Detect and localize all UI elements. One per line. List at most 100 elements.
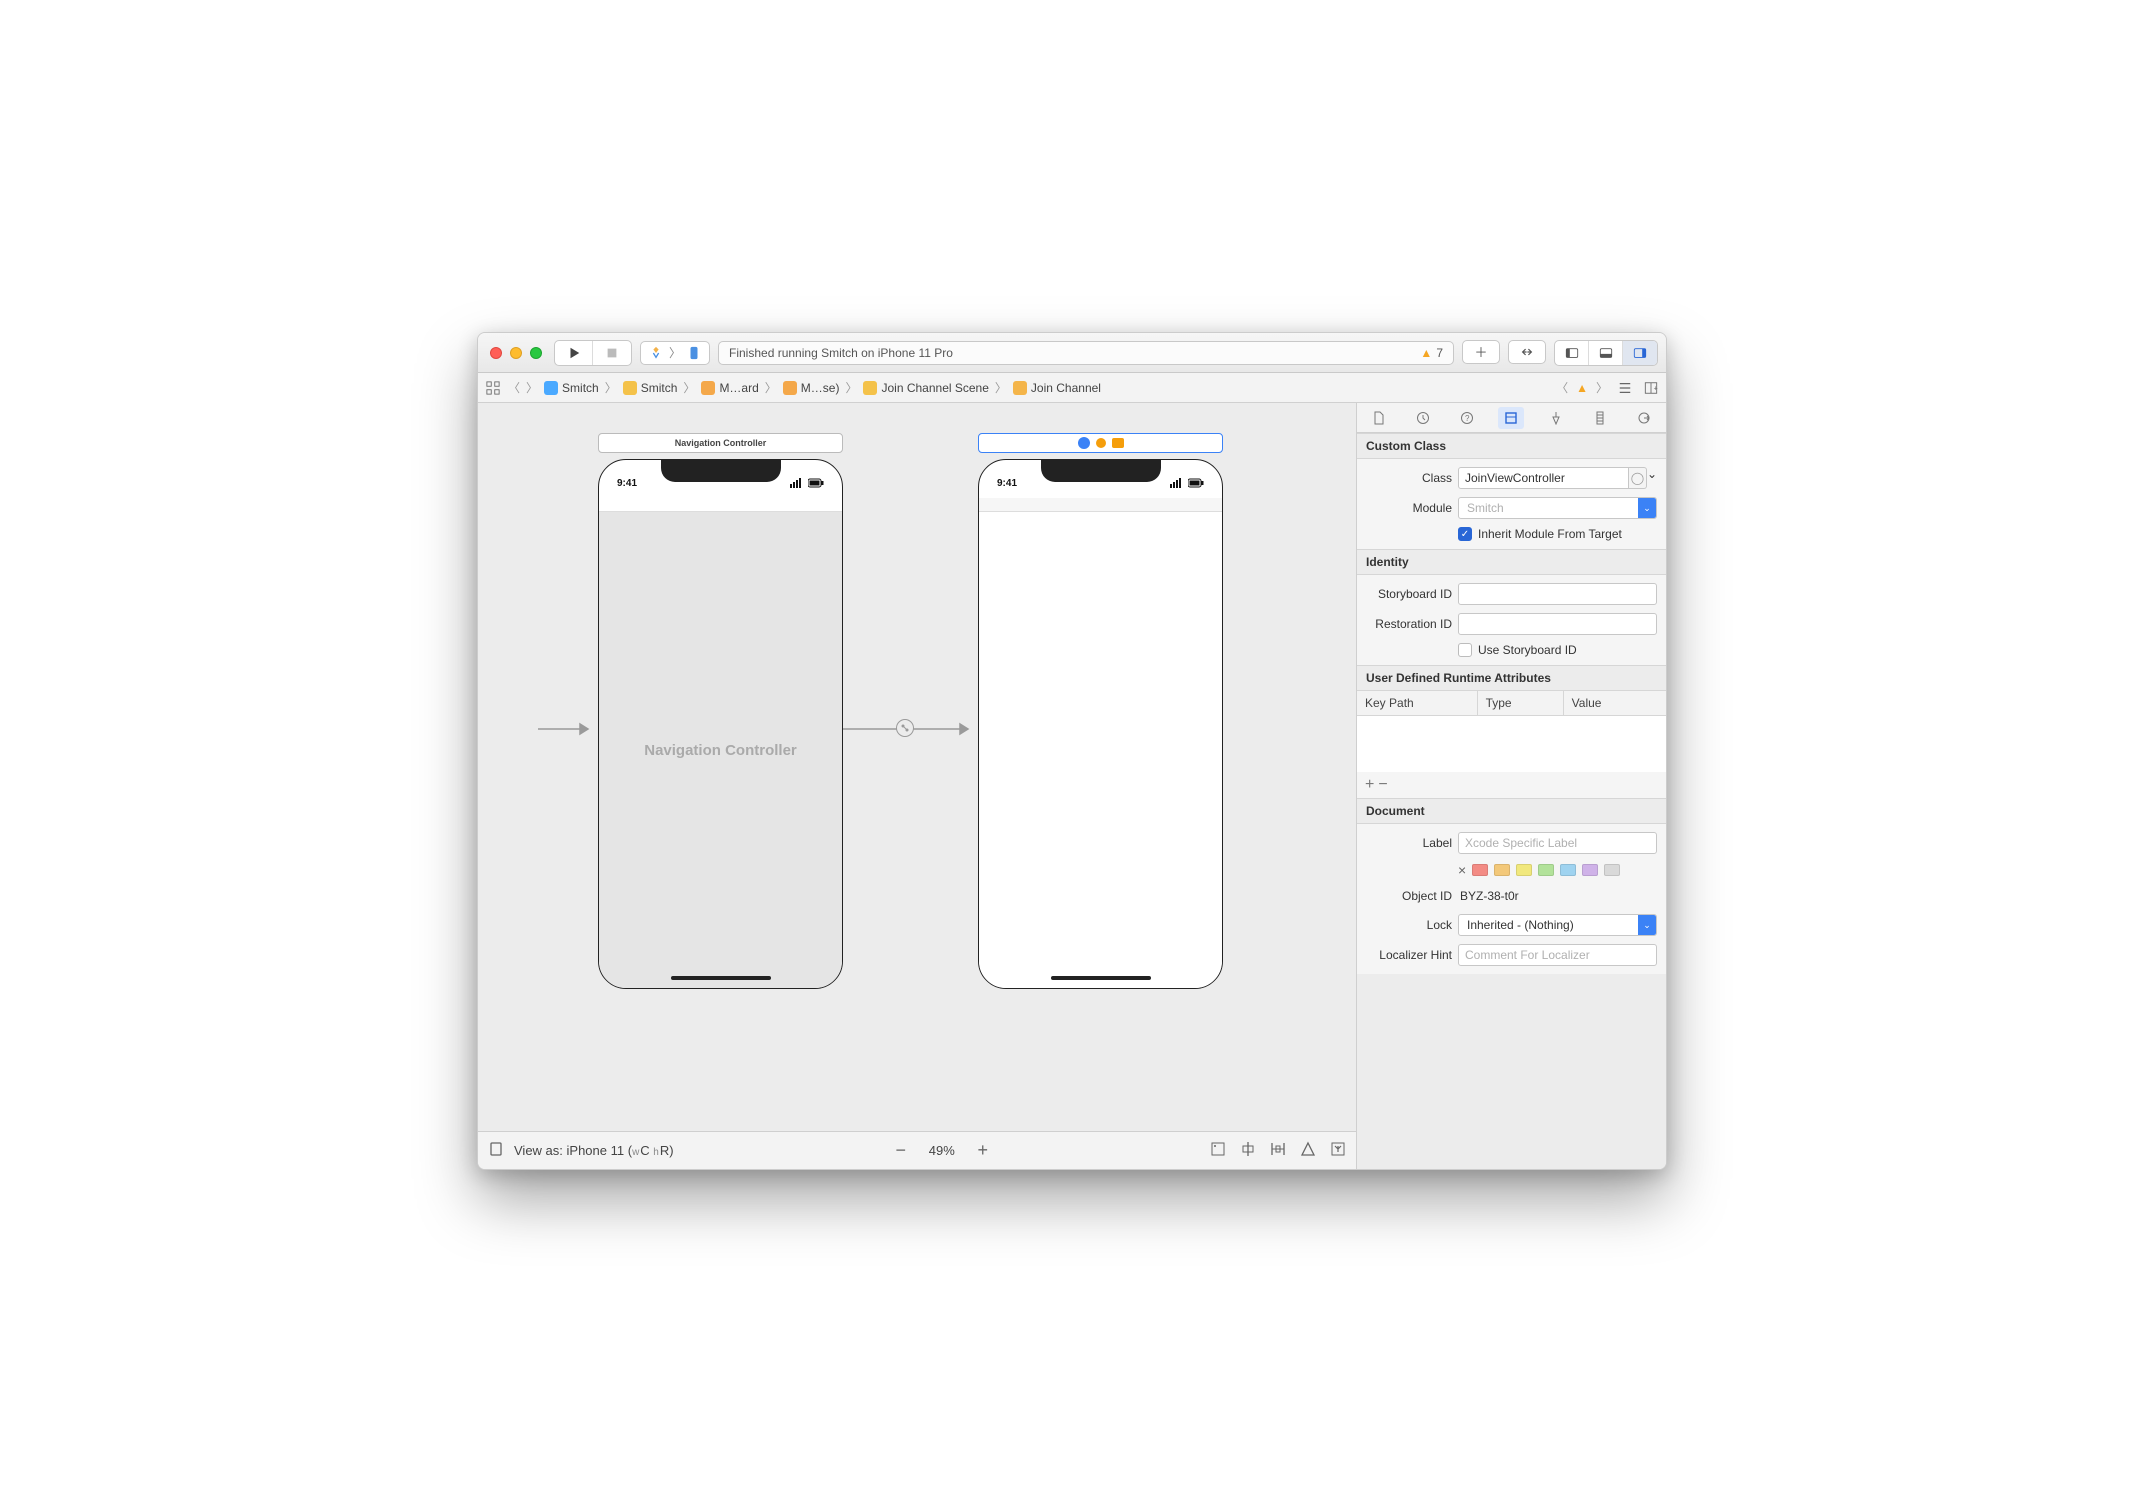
help-inspector-tab[interactable]: ? (1454, 407, 1480, 429)
folder-icon (623, 381, 637, 395)
issue-forward-button[interactable]: 〉 (1596, 379, 1608, 396)
lock-label: Lock (1366, 918, 1452, 932)
inspector-tabs: ? (1357, 403, 1666, 433)
library-add-button[interactable]: ＋ (1462, 340, 1500, 364)
class-jump-icon[interactable]: ◯ (1629, 467, 1647, 489)
close-window-button[interactable] (490, 347, 502, 359)
stop-button[interactable] (593, 341, 631, 365)
canvas-toolbar: View as: iPhone 11 (wC hR) − 49% + (478, 1131, 1356, 1169)
localizer-hint-field[interactable] (1458, 944, 1657, 966)
breadcrumb-label: M…ard (719, 381, 758, 395)
color-swatch[interactable] (1604, 864, 1620, 876)
lock-select[interactable]: Inherited - (Nothing) ⌄ (1458, 914, 1657, 936)
inspector-fill (1357, 974, 1666, 1169)
color-swatch[interactable] (1538, 864, 1554, 876)
breadcrumb-sep: 〉 (765, 379, 777, 396)
segue-relationship-icon[interactable] (896, 719, 914, 737)
notch-icon (661, 460, 781, 482)
activity-status-bar[interactable]: Finished running Smitch on iPhone 11 Pro… (718, 341, 1454, 365)
custom-class-body: Class ◯ ⌄ Module Smitch ⌄ ✓ I (1357, 459, 1666, 549)
scene-header-selected[interactable] (978, 433, 1223, 453)
device-config-icon[interactable] (488, 1141, 504, 1160)
related-items-icon[interactable] (484, 381, 502, 395)
connections-inspector-tab[interactable] (1631, 407, 1657, 429)
doc-label-field[interactable] (1458, 832, 1657, 854)
color-swatch[interactable] (1516, 864, 1532, 876)
restoration-id-field[interactable] (1458, 613, 1657, 635)
align-button[interactable] (1240, 1141, 1256, 1160)
color-swatch[interactable] (1472, 864, 1488, 876)
use-storyboard-id-checkbox[interactable] (1458, 643, 1472, 657)
zoom-window-button[interactable] (530, 347, 542, 359)
minimize-window-button[interactable] (510, 347, 522, 359)
inherit-module-checkbox[interactable]: ✓ (1458, 527, 1472, 541)
toggle-navigator-button[interactable] (1555, 341, 1589, 365)
adjust-editor-button[interactable]: + (1642, 381, 1660, 395)
module-select[interactable]: Smitch ⌄ (1458, 497, 1657, 519)
code-review-button[interactable] (1508, 340, 1546, 364)
scene-header[interactable]: Navigation Controller (598, 433, 843, 453)
toggle-inspector-button[interactable] (1623, 341, 1657, 365)
scene-navigation-controller[interactable]: Navigation Controller 9:41 (598, 433, 843, 989)
pin-constraints-button[interactable] (1270, 1141, 1286, 1160)
zoom-in-button[interactable]: + (973, 1140, 993, 1161)
history-forward-button[interactable]: 〉 (526, 379, 538, 396)
scene-title: Navigation Controller (675, 438, 767, 448)
storyboard-id-label: Storyboard ID (1366, 587, 1452, 601)
document-body: Label × Object ID BYZ-38-t0r (1357, 824, 1666, 974)
storyboard-id-field[interactable] (1458, 583, 1657, 605)
color-swatch[interactable] (1494, 864, 1510, 876)
document-outline-icon[interactable] (1616, 381, 1634, 395)
scheme-selector[interactable]: 〉 (640, 341, 710, 365)
first-responder-icon (1096, 438, 1106, 448)
breadcrumb-scene[interactable]: Join Channel Scene (863, 381, 988, 395)
svg-text:?: ? (1465, 414, 1470, 423)
status-right-icons (1170, 478, 1204, 488)
breadcrumb-label: M…se) (801, 381, 840, 395)
class-dropdown-icon[interactable]: ⌄ (1647, 467, 1657, 489)
xcode-window: 〉 Finished running Smitch on iPhone 11 P… (477, 332, 1667, 1170)
attributes-inspector-tab[interactable] (1543, 407, 1569, 429)
clear-color-button[interactable]: × (1458, 862, 1466, 878)
file-inspector-tab[interactable] (1366, 407, 1392, 429)
remove-attr-button[interactable]: − (1378, 776, 1391, 793)
breadcrumb-project[interactable]: Smitch (544, 381, 599, 395)
run-button[interactable] (555, 341, 593, 365)
storyboard-icon (701, 381, 715, 395)
class-field[interactable] (1458, 467, 1629, 489)
identity-inspector-tab[interactable] (1498, 407, 1524, 429)
breadcrumb-label: Join Channel (1031, 381, 1101, 395)
run-stop-group (554, 340, 632, 366)
breadcrumb-file-1[interactable]: M…ard (701, 381, 758, 395)
history-back-button[interactable]: 〈 (508, 379, 520, 396)
add-attr-button[interactable]: + (1365, 776, 1378, 793)
interface-builder-canvas[interactable]: Navigation Controller 9:41 (478, 403, 1356, 1131)
runtime-attrs-table[interactable] (1357, 716, 1666, 772)
resolve-issues-button[interactable] (1300, 1141, 1316, 1160)
issue-indicator[interactable]: ▲ 7 (1420, 346, 1443, 360)
zoom-out-button[interactable]: − (891, 1140, 911, 1161)
phone-frame: 9:41 Navigation Controller (598, 459, 843, 989)
breadcrumb-folder[interactable]: Smitch (623, 381, 678, 395)
editor-body: Navigation Controller 9:41 (478, 403, 1666, 1169)
color-swatch[interactable] (1560, 864, 1576, 876)
scene-join-channel[interactable]: 9:41 (978, 433, 1223, 989)
toggle-debug-area-button[interactable] (1589, 341, 1623, 365)
runtime-attrs-header: Key Path Type Value (1357, 691, 1666, 716)
module-label: Module (1366, 501, 1452, 515)
size-inspector-tab[interactable] (1587, 407, 1613, 429)
status-time: 9:41 (997, 478, 1017, 489)
restoration-id-label: Restoration ID (1366, 617, 1452, 631)
history-inspector-tab[interactable] (1410, 407, 1436, 429)
embed-in-button[interactable] (1210, 1141, 1226, 1160)
embed-stack-button[interactable] (1330, 1141, 1346, 1160)
viewcontroller-icon (1078, 437, 1090, 449)
color-swatch[interactable] (1582, 864, 1598, 876)
view-as-label[interactable]: View as: iPhone 11 (wC hR) (514, 1143, 674, 1158)
issue-back-button[interactable]: 〈 (1556, 379, 1568, 396)
breadcrumb-vc[interactable]: Join Channel (1013, 381, 1101, 395)
exit-icon (1112, 438, 1124, 448)
zoom-level[interactable]: 49% (929, 1143, 955, 1158)
breadcrumb-file-2[interactable]: M…se) (783, 381, 840, 395)
status-right-icons (790, 478, 824, 488)
